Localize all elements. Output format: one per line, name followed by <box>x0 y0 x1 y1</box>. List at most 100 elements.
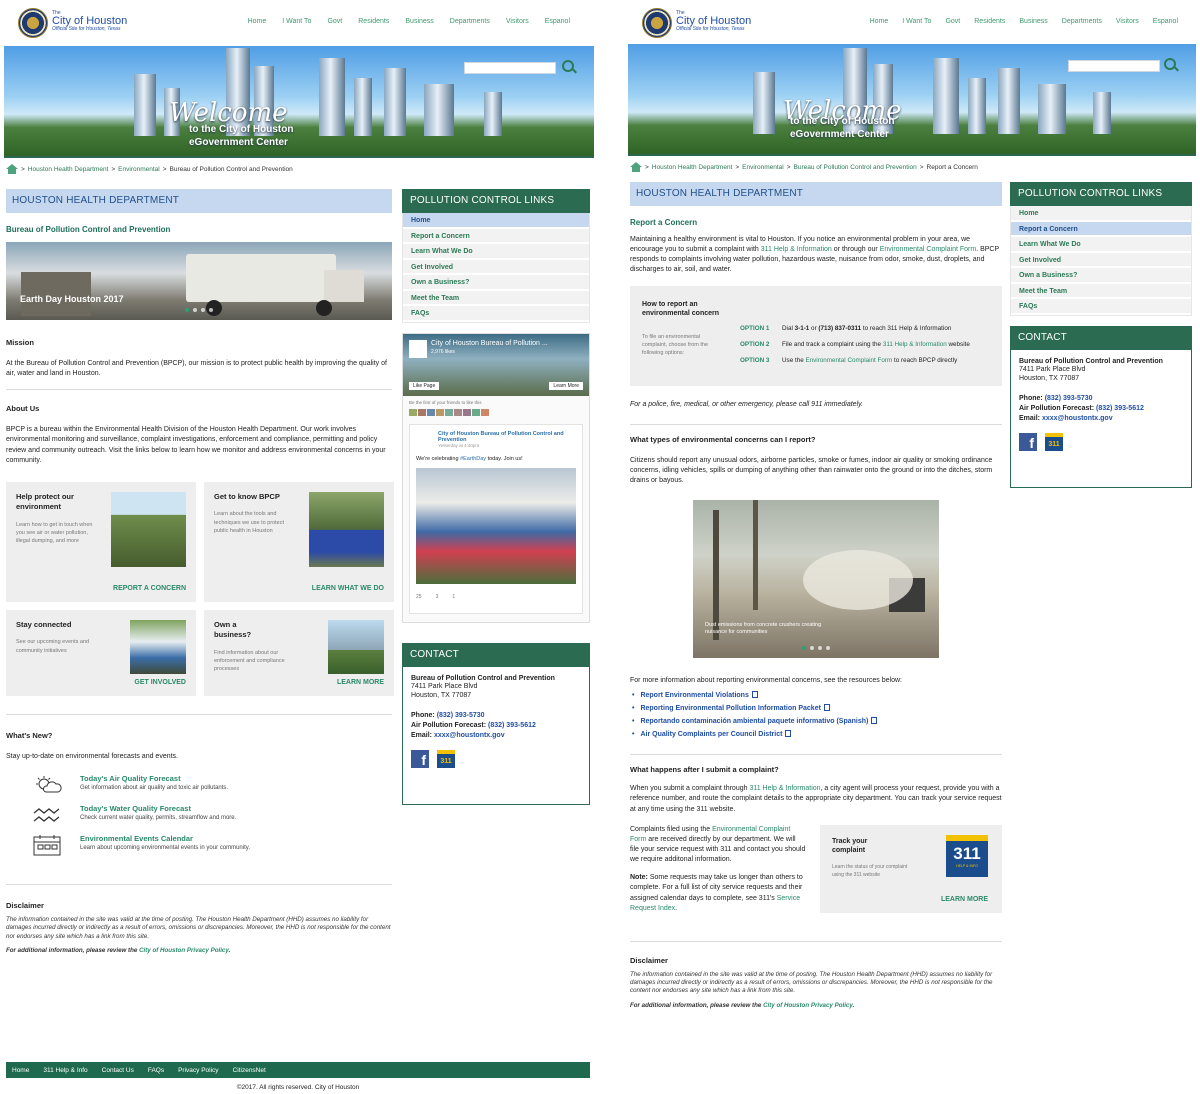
after-311-link[interactable]: 311 Help & Information <box>749 785 820 792</box>
sidebar-item-faqs[interactable]: FAQs <box>1011 299 1191 315</box>
sidebar-item-team[interactable]: Meet the Team <box>1011 283 1191 299</box>
sidebar-item-faqs[interactable]: FAQs <box>403 306 589 322</box>
feed-title[interactable]: Today's Air Quality Forecast <box>80 774 228 783</box>
forecast-phone-link[interactable]: (832) 393-5612 <box>1096 405 1144 412</box>
search-icon[interactable] <box>562 60 574 72</box>
resource-link[interactable]: Reporting Environmental Pollution Inform… <box>640 705 820 712</box>
nav-departments[interactable]: Departments <box>1062 18 1102 25</box>
sidebar-item-learn[interactable]: Learn What We Do <box>1011 237 1191 253</box>
site-logo[interactable]: The City of Houston Official Site for Ho… <box>676 11 751 32</box>
facebook-widget[interactable]: City of Houston Bureau of Pollution ... … <box>402 332 590 623</box>
search-input[interactable] <box>464 62 556 74</box>
nav-residents[interactable]: Residents <box>358 18 389 25</box>
nav-govt[interactable]: Govt <box>327 18 342 25</box>
card-own-business[interactable]: Own a business? Find information about o… <box>204 609 394 696</box>
sidebar-item-home[interactable]: Home <box>1011 206 1191 222</box>
footer-citizensnet[interactable]: CitizensNet <box>233 1067 266 1074</box>
nav-business[interactable]: Business <box>1019 18 1047 25</box>
nav-business[interactable]: Business <box>405 18 433 25</box>
privacy-policy-link[interactable]: City of Houston Privacy Policy <box>139 947 229 954</box>
sidebar-item-report[interactable]: Report a Concern <box>403 228 589 244</box>
feed-title[interactable]: Today's Water Quality Forecast <box>80 804 236 813</box>
privacy-policy-link[interactable]: City of Houston Privacy Policy <box>763 1002 853 1009</box>
email-link[interactable]: xxxx@houstontx.gov <box>434 732 505 739</box>
resource-item[interactable]: Air Quality Complaints per Council Distr… <box>632 730 1002 738</box>
nav-i-want-to[interactable]: I Want To <box>902 18 931 25</box>
city-seal-icon[interactable] <box>18 8 48 38</box>
nav-departments[interactable]: Departments <box>450 18 490 25</box>
crumb-bureau[interactable]: Bureau of Pollution Control and Preventi… <box>794 164 917 171</box>
sidebar-item-involved[interactable]: Get Involved <box>1011 252 1191 268</box>
resource-link[interactable]: Report Environmental Violations <box>640 692 748 699</box>
email-link[interactable]: xxxx@houstontx.gov <box>1042 415 1113 422</box>
intro-311-link[interactable]: 311 Help & Information <box>761 246 832 253</box>
nav-visitors[interactable]: Visitors <box>506 18 529 25</box>
facebook-icon[interactable]: f <box>411 750 429 769</box>
crumb-health-dept[interactable]: Houston Health Department <box>652 164 733 171</box>
fb-hashtag[interactable]: #EarthDay <box>460 456 486 462</box>
footer-privacy[interactable]: Privacy Policy <box>178 1067 218 1074</box>
photo-dots[interactable] <box>802 646 830 651</box>
intro-form-link[interactable]: Environmental Complaint Form <box>880 246 976 253</box>
resource-link[interactable]: Air Quality Complaints per Council Distr… <box>640 731 782 738</box>
nav-espanol[interactable]: Espanol <box>1153 18 1178 25</box>
nav-residents[interactable]: Residents <box>974 18 1005 25</box>
nav-home[interactable]: Home <box>870 18 889 25</box>
sidebar-item-home[interactable]: Home <box>403 213 589 229</box>
feed-air-quality[interactable]: Today's Air Quality Forecast Get informat… <box>32 774 392 796</box>
fb-learn-more-button[interactable]: Learn More <box>549 381 583 390</box>
resource-item[interactable]: Reportando contaminación ambiental paque… <box>632 717 1002 725</box>
houston-311-icon[interactable]: 311 <box>437 750 455 769</box>
sidebar-item-business[interactable]: Own a Business? <box>403 275 589 291</box>
card-get-involved[interactable]: Stay connected See our upcoming events a… <box>6 609 196 696</box>
search-icon[interactable] <box>1164 58 1176 70</box>
resource-item[interactable]: Report Environmental Violations <box>632 691 1002 699</box>
footer-contact[interactable]: Contact Us <box>102 1067 134 1074</box>
photo-slider[interactable]: Earth Day Houston 2017 <box>6 242 392 320</box>
opt1-number[interactable]: 3-1-1 <box>795 325 810 332</box>
card-learn-what-we-do[interactable]: Get to know BPCP Learn about the tools a… <box>204 481 394 602</box>
learn-what-we-do-link[interactable]: LEARN WHAT WE DO <box>312 585 384 592</box>
footer-311[interactable]: 311 Help & Info <box>43 1067 87 1074</box>
crumb-health-dept[interactable]: Houston Health Department <box>28 166 109 173</box>
footer-home[interactable]: Home <box>12 1067 29 1074</box>
feed-water-quality[interactable]: Today's Water Quality Forecast Check curr… <box>32 804 392 826</box>
forecast-phone-link[interactable]: (832) 393-5612 <box>488 722 536 729</box>
nav-home[interactable]: Home <box>248 18 267 25</box>
resource-item[interactable]: Reporting Environmental Pollution Inform… <box>632 704 1002 712</box>
home-icon[interactable] <box>6 164 18 174</box>
opt3-link[interactable]: Environmental Complaint Form <box>805 357 892 364</box>
opt2-link[interactable]: 311 Help & Information <box>883 341 947 348</box>
dust-photo[interactable]: Dust emissions from concrete crushers cr… <box>693 500 939 659</box>
nav-espanol[interactable]: Espanol <box>545 18 570 25</box>
nav-govt[interactable]: Govt <box>945 18 960 25</box>
track-complaint-card[interactable]: Track your complaint Learn the status of… <box>820 824 1002 913</box>
crumb-environmental[interactable]: Environmental <box>742 164 784 171</box>
sidebar-item-involved[interactable]: Get Involved <box>403 259 589 275</box>
opt1-phone[interactable]: (713) 837-0311 <box>818 325 861 332</box>
fb-like-button[interactable]: Like Page <box>409 381 440 390</box>
facebook-icon[interactable]: f <box>1019 433 1037 452</box>
phone-link[interactable]: (832) 393-5730 <box>437 712 485 719</box>
nav-i-want-to[interactable]: I Want To <box>282 18 311 25</box>
city-seal-icon[interactable] <box>642 8 672 38</box>
slider-dots[interactable] <box>185 308 213 312</box>
sidebar-item-report[interactable]: Report a Concern <box>1011 221 1191 237</box>
sidebar-item-business[interactable]: Own a Business? <box>1011 268 1191 284</box>
get-involved-link[interactable]: GET INVOLVED <box>134 679 186 686</box>
crumb-environmental[interactable]: Environmental <box>118 166 160 173</box>
resource-link[interactable]: Reportando contaminación ambiental paque… <box>640 718 868 725</box>
track-learn-more-link[interactable]: LEARN MORE <box>941 896 988 903</box>
search-input[interactable] <box>1068 60 1160 72</box>
report-concern-link[interactable]: REPORT A CONCERN <box>113 585 186 592</box>
site-logo[interactable]: The City of Houston Official Site for Ho… <box>52 11 127 32</box>
fb-post-author[interactable]: City of Houston Bureau of Pollution Cont… <box>416 431 576 443</box>
learn-more-link[interactable]: LEARN MORE <box>337 679 384 686</box>
sidebar-item-team[interactable]: Meet the Team <box>403 290 589 306</box>
feed-title[interactable]: Environmental Events Calendar <box>80 834 250 843</box>
houston-311-icon[interactable]: 311 <box>1045 433 1063 452</box>
feed-events-calendar[interactable]: Environmental Events Calendar Learn about… <box>32 834 392 856</box>
footer-faqs[interactable]: FAQs <box>148 1067 164 1074</box>
home-icon[interactable] <box>630 162 642 172</box>
nav-visitors[interactable]: Visitors <box>1116 18 1139 25</box>
